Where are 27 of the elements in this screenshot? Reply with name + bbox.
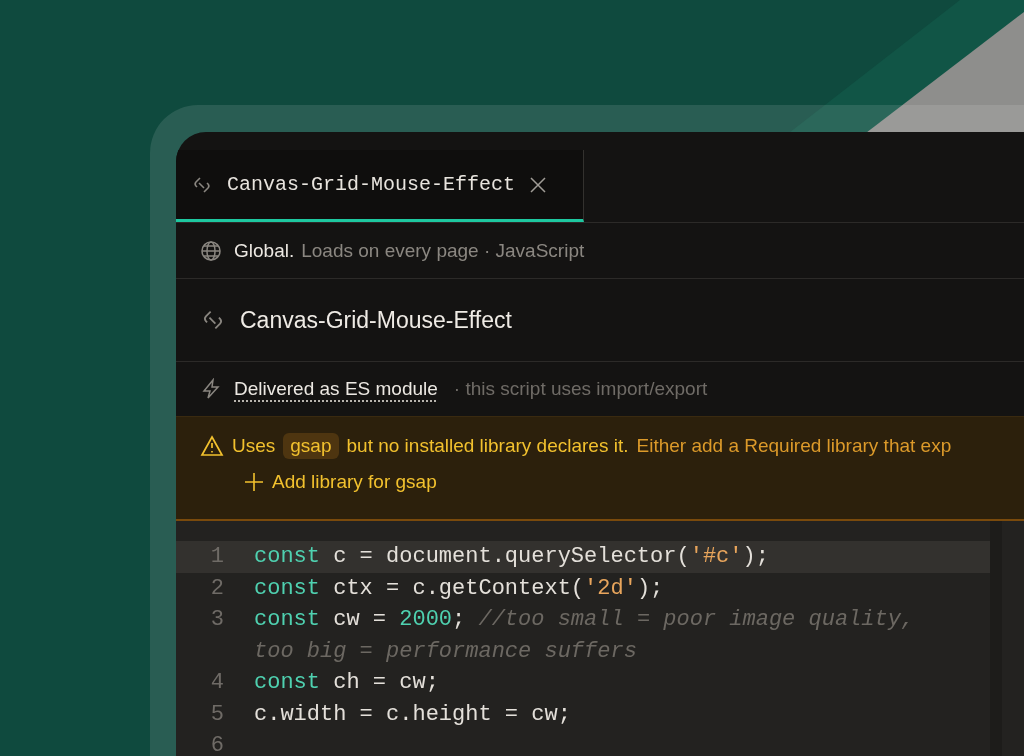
module-note: · this script uses import/export [453,378,708,400]
warning-text: but no installed library declares it. [346,435,629,457]
module-link[interactable]: Delivered as ES module [234,378,438,400]
warning-icon [200,435,224,457]
close-icon[interactable] [529,175,548,194]
scope-label: Global. [234,239,295,262]
line-number: 1 [209,543,224,571]
bolt-icon [200,378,222,400]
code-line: const c = document.querySelector('#c'); [254,543,770,571]
add-library-button[interactable]: Add library for gsap [244,471,437,493]
line-number: 3 [209,606,224,634]
line-number: 5 [209,700,224,729]
line-number: 4 [209,669,224,697]
plus-icon [244,472,264,492]
package-name: gsap [283,433,339,459]
line-number: 6 [209,732,224,756]
code-line: const ctx = c.getContext('2d'); [254,574,665,603]
line-number: 2 [209,574,224,603]
scope-detail: Loads on every page · JavaScript [301,239,585,262]
code-line: const ch = cw; [254,669,440,697]
globe-icon [200,239,222,262]
warning-text: Uses [232,435,276,457]
editor-tab[interactable]: Canvas-Grid-Mouse-Effect [176,150,584,222]
code-line: const cw = 2000; //too small = poor image quality, too big = performance suffers [254,606,916,666]
code-line: c.width = c.height = cw; [254,700,572,729]
warning-hint: Either add a Required library that exp [636,435,952,457]
script-title: Canvas-Grid-Mouse-Effect [240,306,512,334]
